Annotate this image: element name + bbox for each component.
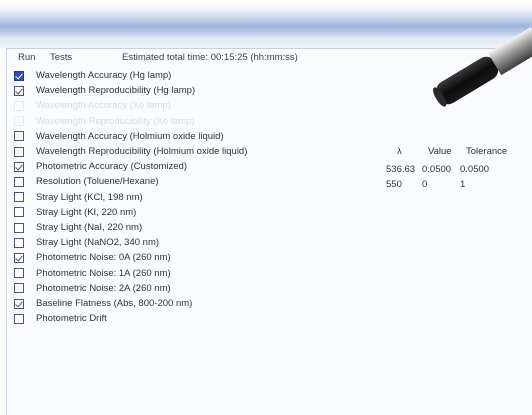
run-checkbox[interactable] [14, 161, 24, 172]
test-label: Resolution (Toluene/Hexane) [36, 176, 159, 188]
run-checkbox[interactable] [14, 237, 24, 248]
run-checkbox[interactable] [14, 313, 24, 324]
tolerance-column-header: Tolerance [466, 146, 508, 157]
run-checkbox[interactable] [14, 222, 24, 233]
run-column-header: Run [18, 52, 36, 63]
run-checkbox[interactable] [14, 283, 24, 294]
value-column-header: Value [428, 146, 452, 157]
run-checkbox [14, 116, 24, 127]
test-row[interactable]: Photometric Accuracy (Customized) [14, 159, 334, 174]
test-row[interactable]: Photometric Noise: 2A (260 nm) [14, 281, 334, 296]
test-row[interactable]: Wavelength Reproducibility (Hg lamp) [14, 83, 334, 98]
run-checkbox[interactable] [14, 252, 24, 263]
test-label: Stray Light (NaNO2, 340 nm) [36, 237, 160, 249]
test-row[interactable]: Baseline Flatness (Abs, 800-200 nm) [14, 296, 334, 311]
test-row[interactable]: Stray Light (NaI, 220 nm) [14, 220, 334, 235]
test-row[interactable]: Wavelength Accuracy (Holmium oxide liqui… [14, 129, 334, 144]
run-checkbox[interactable] [14, 131, 24, 142]
test-row[interactable]: Photometric Noise: 1A (260 nm) [14, 266, 334, 281]
test-row[interactable]: Stray Light (KI, 220 nm) [14, 205, 334, 220]
test-label: Wavelength Accuracy (Holmium oxide liqui… [36, 130, 224, 142]
test-label: Photometric Drift [36, 313, 107, 325]
run-checkbox[interactable] [14, 70, 24, 81]
test-label: Photometric Accuracy (Customized) [36, 161, 187, 173]
run-checkbox[interactable] [14, 146, 24, 157]
test-row[interactable]: Wavelength Accuracy (Hg lamp) [14, 68, 334, 83]
param-value[interactable]: 0 [422, 179, 427, 190]
test-label: Wavelength Reproducibility (Xe lamp) [36, 115, 195, 127]
test-row[interactable]: Photometric Drift [14, 311, 334, 326]
param-lambda[interactable]: 536.63 [386, 164, 415, 175]
test-row[interactable]: Stray Light (KCl, 198 nm) [14, 190, 334, 205]
tests-column-header: Tests [50, 52, 73, 63]
param-tolerance[interactable]: 0.0500 [460, 164, 489, 175]
run-checkbox[interactable] [14, 176, 24, 187]
title-bar [0, 0, 532, 38]
test-row[interactable]: Resolution (Toluene/Hexane) [14, 174, 334, 189]
run-checkbox[interactable] [14, 192, 24, 203]
test-label: Photometric Noise: 2A (260 nm) [36, 282, 171, 294]
test-label: Photometric Noise: 1A (260 nm) [36, 267, 171, 279]
run-checkbox[interactable] [14, 268, 24, 279]
test-label: Baseline Flatness (Abs, 800-200 nm) [36, 298, 193, 309]
run-checkbox[interactable] [14, 207, 24, 218]
test-label: Wavelength Reproducibility (Hg lamp) [36, 85, 196, 97]
run-checkbox[interactable] [14, 85, 24, 96]
test-row[interactable]: Photometric Noise: 0A (260 nm) [14, 250, 334, 265]
test-row[interactable]: Stray Light (NaNO2, 340 nm) [14, 235, 334, 250]
param-value[interactable]: 0.0500 [422, 164, 451, 175]
test-label: Stray Light (NaI, 220 nm) [36, 222, 143, 233]
test-row[interactable]: Wavelength Accuracy (Xe lamp) [14, 98, 334, 113]
test-label: Wavelength Reproducibility (Holmium oxid… [36, 146, 248, 157]
test-label: Stray Light (KI, 220 nm) [36, 206, 137, 218]
test-label: Wavelength Accuracy (Hg lamp) [36, 70, 172, 81]
test-label: Wavelength Accuracy (Xe lamp) [36, 100, 171, 112]
toolbar-strip [0, 38, 532, 48]
test-label: Stray Light (KCl, 198 nm) [36, 191, 143, 203]
test-row[interactable]: Wavelength Reproducibility (Xe lamp) [14, 114, 334, 129]
estimated-time-label: Estimated total time: 00:15:25 (hh:mm:ss… [122, 52, 298, 63]
test-row[interactable]: Wavelength Reproducibility (Holmium oxid… [14, 144, 334, 159]
lambda-column-header: λ [397, 146, 402, 157]
param-tolerance[interactable]: 1 [460, 179, 465, 190]
test-label: Photometric Noise: 0A (260 nm) [36, 252, 171, 264]
run-checkbox[interactable] [14, 298, 24, 309]
run-checkbox [14, 100, 24, 111]
param-lambda[interactable]: 550 [386, 179, 402, 190]
